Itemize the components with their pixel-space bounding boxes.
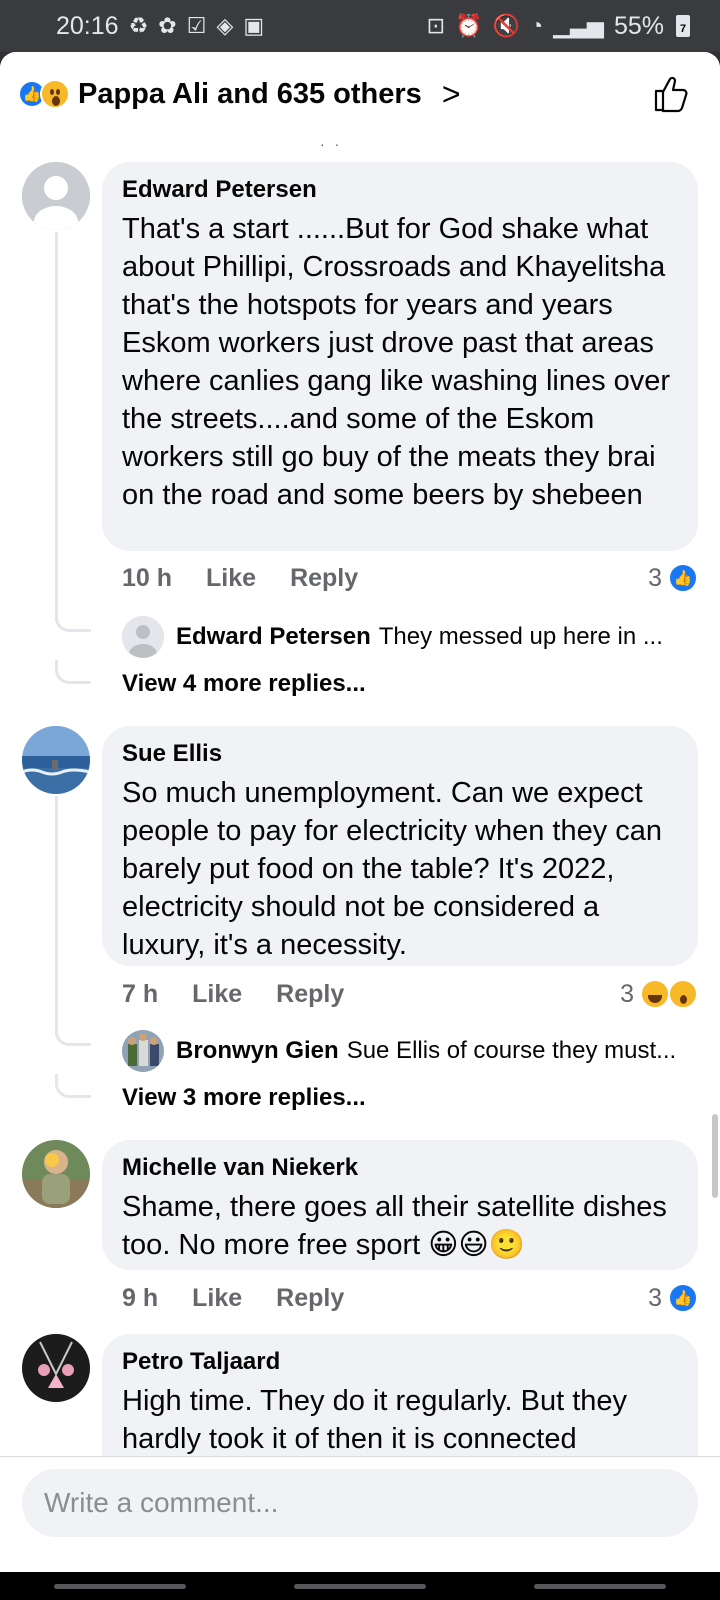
code-icon: ◈	[216, 13, 234, 38]
status-left: 20:16 ♻ ✿ ☑ ◈ ▣	[56, 12, 264, 41]
battery-badge: 7	[679, 23, 687, 35]
comment-author[interactable]: Michelle van Niekerk	[122, 1154, 678, 1182]
comment-composer	[0, 1456, 720, 1572]
comments-sheet: 👍 Pappa Ali and 635 others > ·· Edward P…	[0, 52, 720, 1572]
like-button-icon[interactable]	[650, 74, 690, 114]
wow-reaction-icon	[40, 79, 70, 109]
status-right: ⊡ ⏰ 🔇 ◔ ▁▃▅ 55% 7	[427, 12, 690, 41]
scrollbar-thumb[interactable]	[712, 1114, 718, 1198]
reply-preview[interactable]: Edward Petersen They messed up here in .…	[122, 615, 698, 659]
reaction-count[interactable]: 3	[620, 979, 698, 1009]
reaction-count-number: 3	[648, 563, 662, 592]
comment-input[interactable]	[22, 1469, 698, 1537]
sync-icon: ♻	[128, 13, 149, 38]
comment-text: High time. They do it regularly. But the…	[122, 1385, 628, 1455]
image-icon: ▣	[243, 13, 265, 38]
comment-time[interactable]: 7 h	[122, 980, 158, 1009]
reply-author[interactable]: Bronwyn Gien	[176, 1037, 339, 1065]
system-nav-bar	[0, 1572, 720, 1600]
comment-bubble[interactable]: Michelle van Niekerk Shame, there goes a…	[102, 1140, 698, 1270]
comment-text: Shame, there goes all their satellite di…	[122, 1191, 667, 1261]
comment-author[interactable]: Petro Taljaard	[122, 1348, 678, 1376]
like-button[interactable]: Like	[192, 980, 242, 1009]
default-avatar-icon	[22, 162, 90, 230]
jewelry-photo-avatar-icon	[22, 1334, 90, 1402]
comment-text: That's a start ......But for God shake w…	[122, 213, 671, 511]
like-button[interactable]: Like	[206, 564, 256, 593]
comment-bubble[interactable]: Sue Ellis So much unemployment. Can we e…	[102, 726, 698, 966]
reactions-header[interactable]: 👍 Pappa Ali and 635 others >	[0, 52, 720, 136]
reaction-count-number: 3	[648, 1283, 662, 1312]
reactions-summary[interactable]: Pappa Ali and 635 others	[78, 78, 422, 111]
avatar[interactable]	[22, 1334, 90, 1402]
signal-icon: ▁▃▅	[553, 13, 604, 38]
reaction-count-number: 3	[620, 979, 634, 1008]
nav-recents-handle[interactable]	[54, 1583, 186, 1589]
reply-preview[interactable]: Bronwyn Gien Sue Ellis of course they mu…	[122, 1029, 698, 1073]
nav-back-handle[interactable]	[534, 1583, 666, 1589]
comment-text: So much unemployment. Can we expect peop…	[122, 777, 663, 961]
reply-author[interactable]: Edward Petersen	[176, 623, 371, 651]
comment-meta: 9 h Like Reply 3 👍	[122, 1280, 698, 1316]
like-button[interactable]: Like	[192, 1284, 242, 1313]
battery-percent: 55%	[613, 11, 664, 40]
reply-text: Sue Ellis of course they must...	[346, 1037, 677, 1064]
battery-icon: 7	[676, 15, 690, 37]
chevron-right-icon[interactable]: >	[442, 76, 461, 113]
reaction-count[interactable]: 3 👍	[648, 1283, 698, 1313]
thread-connector	[55, 608, 91, 632]
wow-reaction-icon	[668, 979, 698, 1009]
comment-bubble[interactable]: Edward Petersen That's a start ......But…	[102, 162, 698, 551]
mute-icon: 🔇	[492, 13, 520, 38]
comment-meta: 10 h Like Reply 3 👍	[122, 560, 698, 596]
reply-button[interactable]: Reply	[290, 564, 358, 593]
thread-connector	[55, 1074, 91, 1098]
reply-text: They messed up here in ...	[378, 623, 663, 650]
comment-time[interactable]: 10 h	[122, 564, 172, 593]
view-more-replies-link[interactable]: View 4 more replies...	[122, 670, 366, 698]
thread-connector	[55, 1022, 91, 1046]
like-reaction-icon: 👍	[668, 1283, 698, 1313]
person-photo-avatar-icon	[22, 1140, 90, 1208]
reaction-icons: 👍	[18, 79, 70, 109]
lock-icon: ⊡	[426, 13, 446, 38]
haha-reaction-icon	[640, 979, 670, 1009]
comment-author[interactable]: Sue Ellis	[122, 740, 678, 768]
comment-meta: 7 h Like Reply 3	[122, 976, 698, 1012]
wifi-icon: ◔	[529, 13, 544, 38]
thread-line	[55, 232, 58, 622]
avatar[interactable]	[22, 162, 90, 230]
like-reaction-icon: 👍	[668, 563, 698, 593]
comment-author[interactable]: Edward Petersen	[122, 176, 678, 204]
notification-icon: ✿	[158, 13, 177, 38]
reaction-count[interactable]: 3 👍	[648, 563, 698, 593]
comment-time[interactable]: 9 h	[122, 1284, 158, 1313]
checkbox-icon: ☑	[186, 13, 207, 38]
reply-button[interactable]: Reply	[276, 1284, 344, 1313]
avatar[interactable]	[22, 726, 90, 794]
thread-line	[55, 796, 58, 1036]
thread-connector	[55, 660, 91, 684]
scroll-fade: ··	[320, 136, 350, 152]
beach-avatar-icon	[22, 726, 90, 794]
status-time: 20:16	[56, 11, 119, 40]
alarm-icon: ⏰	[455, 13, 483, 38]
nav-home-handle[interactable]	[294, 1583, 426, 1589]
avatar[interactable]	[22, 1140, 90, 1208]
reply-button[interactable]: Reply	[276, 980, 344, 1009]
status-bar: 20:16 ♻ ✿ ☑ ◈ ▣ ⊡ ⏰ 🔇 ◔ ▁▃▅ 55% 7	[0, 0, 720, 52]
view-more-replies-link[interactable]: View 3 more replies...	[122, 1084, 366, 1112]
